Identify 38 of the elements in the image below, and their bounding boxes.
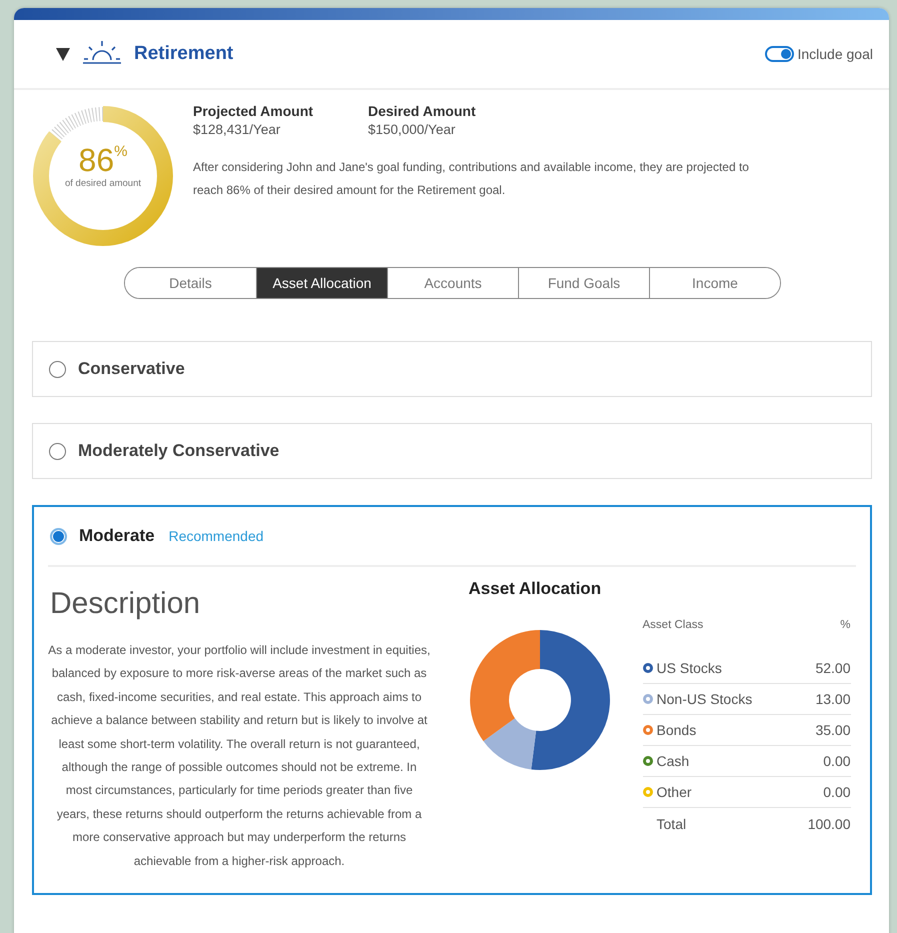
column-header: Asset Class — [642, 619, 704, 631]
description-heading: Description — [50, 587, 202, 621]
table-cell: 0.00 — [823, 784, 851, 800]
include-goal-toggle[interactable] — [765, 46, 794, 62]
tab[interactable]: Income — [649, 268, 780, 298]
option-label: Moderately Conservative — [78, 441, 280, 461]
table-cell: 0.00 — [823, 753, 851, 769]
gauge-caption: of desired amount — [64, 178, 142, 189]
table-cell: 35.00 — [815, 722, 851, 738]
table-cell: 13.00 — [815, 691, 851, 707]
sunrise-icon — [83, 39, 121, 65]
stat-label: Desired Amount — [368, 102, 477, 121]
table-cell-text: Other — [656, 784, 693, 800]
toggle-label: Include goal — [797, 46, 873, 62]
allocation-heading: Asset Allocation — [468, 579, 602, 599]
table-cell-text: Bonds — [656, 722, 698, 738]
stat-value: $128,431/Year — [193, 122, 282, 137]
option-label: Conservative — [78, 359, 185, 379]
table-cell-text: Total — [656, 816, 688, 832]
stat-label: Projected Amount — [193, 102, 314, 121]
tab[interactable]: Asset Allocation — [256, 268, 387, 298]
radio-button[interactable] — [49, 360, 66, 378]
percent-value: 86$^{%}$ — [78, 144, 128, 176]
table-cell-text: US Stocks — [656, 660, 723, 676]
stat-value: $150,000/Year — [368, 122, 456, 137]
column-header: % — [840, 619, 851, 631]
summary-text: After considering John and Jane's goal funding, contributions and available income, they are projected to reach 86% of their desired amount for the Retirement goal. — [193, 159, 750, 199]
table-cell: 52.00 — [815, 660, 851, 676]
option-label: Moderate — [79, 526, 155, 546]
radio-button[interactable] — [50, 528, 67, 544]
table-cell: 100.00 — [808, 816, 851, 832]
radio-button[interactable] — [49, 442, 66, 460]
collapse-triangle-icon[interactable] — [56, 48, 70, 60]
goal-title: Retirement — [134, 43, 234, 65]
table-cell-text: Cash — [656, 753, 690, 769]
description-text: As a moderate investor, your portfolio will include investment in equities, balanced by exposure to more risk-averse areas of the market such as cash, fixed-income securities, and real estate. This approach aims to achieve a balance between stability and return but is likely to involve at least some short-term volatility. The overall return is not guaranteed, although the range of possible outcomes should not be extreme. In most circumstances, particularly for time periods greater than five years, these returns should outperform the returns achievable from a more conservative approach but may underperform the returns achievable from a higher-risk approach. — [48, 642, 431, 870]
recommended-label: Recommended — [168, 528, 264, 544]
table-cell-text: Non-US Stocks — [656, 691, 754, 707]
